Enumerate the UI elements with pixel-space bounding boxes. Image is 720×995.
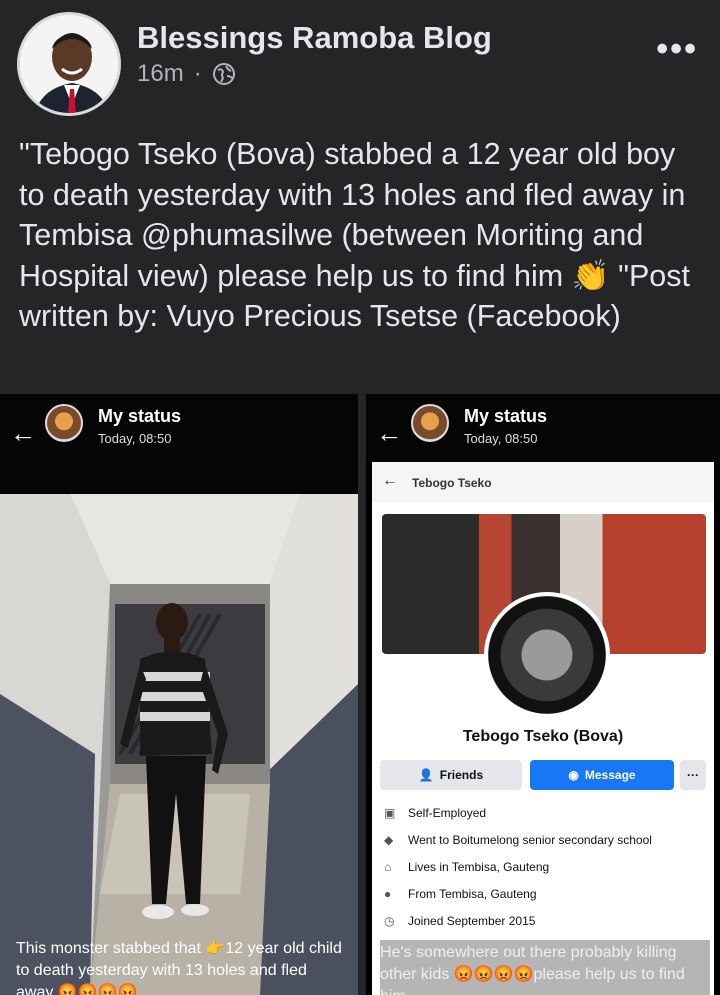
fb-header-bar: ← Tebogo Tseko (372, 462, 714, 502)
facebook-profile-screenshot: ← Tebogo Tseko Tebogo Tseko (Bova) 👤 Fri… (372, 462, 714, 995)
post-text: "Tebogo Tseko (Bova) stabbed a 12 year o… (19, 134, 709, 337)
messenger-icon: ◉ (568, 768, 579, 782)
caption-line-1-end: 12 year old child (225, 940, 342, 957)
friends-icon: 👤 (418, 768, 434, 782)
status-header: ← My status Today, 08:50 (0, 394, 358, 494)
page-name[interactable]: Blessings Ramoba Blog (137, 20, 492, 56)
info-row: ● From Tembisa, Gauteng (384, 887, 537, 901)
post-meta: 16m · (137, 60, 236, 88)
fb-back-arrow-icon: ← (382, 472, 398, 489)
caption-line-3: away 😡😡😡😡 (16, 984, 138, 995)
clapping-hands-emoji: 👏 (571, 258, 610, 293)
fb-header-name: Tebogo Tseko (412, 476, 492, 490)
status-avatar (45, 404, 83, 442)
caption-line-2: to death yesterday with 13 holes and fle… (16, 962, 307, 979)
back-arrow-icon: ← (376, 418, 402, 448)
right-status-caption: He's somewhere out there probably killin… (380, 940, 710, 995)
profile-picture (484, 592, 610, 718)
info-row: ▣ Self-Employed (384, 806, 486, 820)
profile-name: Tebogo Tseko (Bova) (462, 728, 624, 745)
message-button: ◉ Message (530, 760, 674, 790)
friends-button: 👤 Friends (380, 760, 522, 790)
left-status-caption: This monster stabbed that 👉12 year old c… (16, 938, 356, 995)
info-text: Self-Employed (408, 806, 487, 820)
home-icon: ⌂ (384, 860, 392, 874)
left-status-screenshot[interactable]: ← My status Today, 08:50 This monster st… (0, 394, 358, 995)
post-header: Blessings Ramoba Blog 16m · ••• (0, 0, 720, 125)
back-arrow-icon: ← (10, 418, 36, 448)
globe-icon (212, 63, 235, 85)
graduation-cap-icon: ◆ (384, 833, 394, 847)
more-options-icon[interactable]: ••• (656, 30, 698, 69)
status-time: Today, 08:50 (98, 431, 172, 446)
suspect-photo (0, 494, 358, 995)
post-time[interactable]: 16m (137, 60, 184, 88)
status-avatar (411, 404, 449, 442)
info-text: From Tembisa, Gauteng (408, 887, 537, 901)
meta-separator: · (193, 60, 202, 87)
caption-line-1: This monster stabbed that 👉12 year old c… (16, 938, 356, 960)
info-text: Lives in Tembisa, Gauteng (408, 860, 550, 874)
page-avatar[interactable] (17, 12, 121, 116)
info-row: ◷ Joined September 2015 (384, 914, 535, 928)
message-label: Message (584, 768, 636, 782)
right-status-screenshot[interactable]: ← My status Today, 08:50 ← Tebogo Tseko … (366, 394, 720, 995)
pointing-hand-emoji: 👉 (205, 940, 226, 957)
info-text: Went to Boitumelong senior secondary sch… (408, 833, 652, 847)
friends-label: Friends (439, 768, 484, 782)
briefcase-icon: ▣ (384, 806, 396, 820)
caption-line-1-start: This monster stabbed that (16, 940, 206, 957)
info-row: ⌂ Lives in Tembisa, Gauteng (384, 860, 549, 874)
status-time: Today, 08:50 (464, 431, 538, 446)
info-row: ◆ Went to Boitumelong senior secondary s… (384, 833, 652, 847)
profile-more-button: ··· (680, 760, 706, 790)
status-title: My status (98, 406, 182, 426)
info-text: Joined September 2015 (408, 914, 536, 928)
status-title: My status (464, 406, 548, 426)
location-pin-icon: ● (384, 887, 392, 901)
status-header: ← My status Today, 08:50 (366, 394, 720, 462)
clock-icon: ◷ (384, 914, 395, 928)
